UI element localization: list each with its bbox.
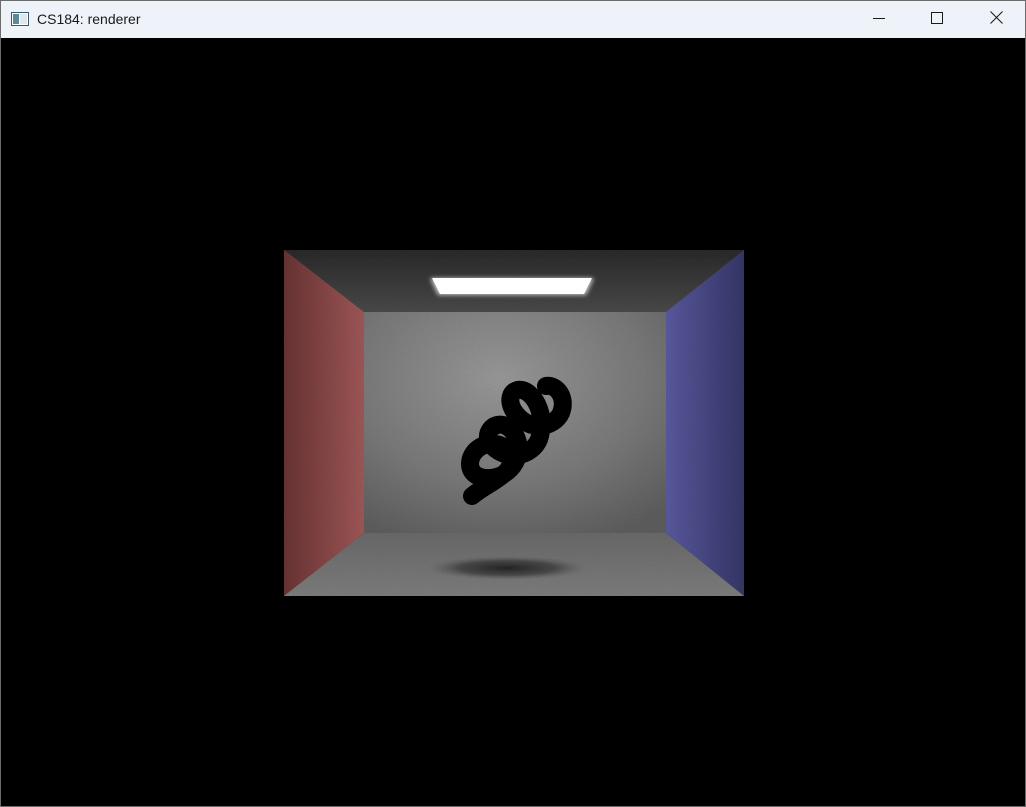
cornell-box-render (284, 250, 744, 596)
close-button[interactable] (967, 1, 1025, 38)
minimize-button[interactable] (850, 1, 908, 38)
render-canvas[interactable] (1, 38, 1025, 806)
maximize-button[interactable] (908, 1, 966, 38)
minimize-icon (873, 11, 885, 29)
close-icon (989, 10, 1003, 29)
title-bar[interactable]: CS184: renderer (1, 1, 1025, 38)
window-title: CS184: renderer (37, 11, 141, 27)
ceiling-light (432, 278, 592, 294)
object-shadow (427, 556, 587, 580)
app-window-icon (11, 12, 29, 26)
maximize-icon (931, 11, 943, 29)
cornell-box-image (284, 250, 744, 596)
renderer-window: CS184: renderer (0, 0, 1026, 807)
